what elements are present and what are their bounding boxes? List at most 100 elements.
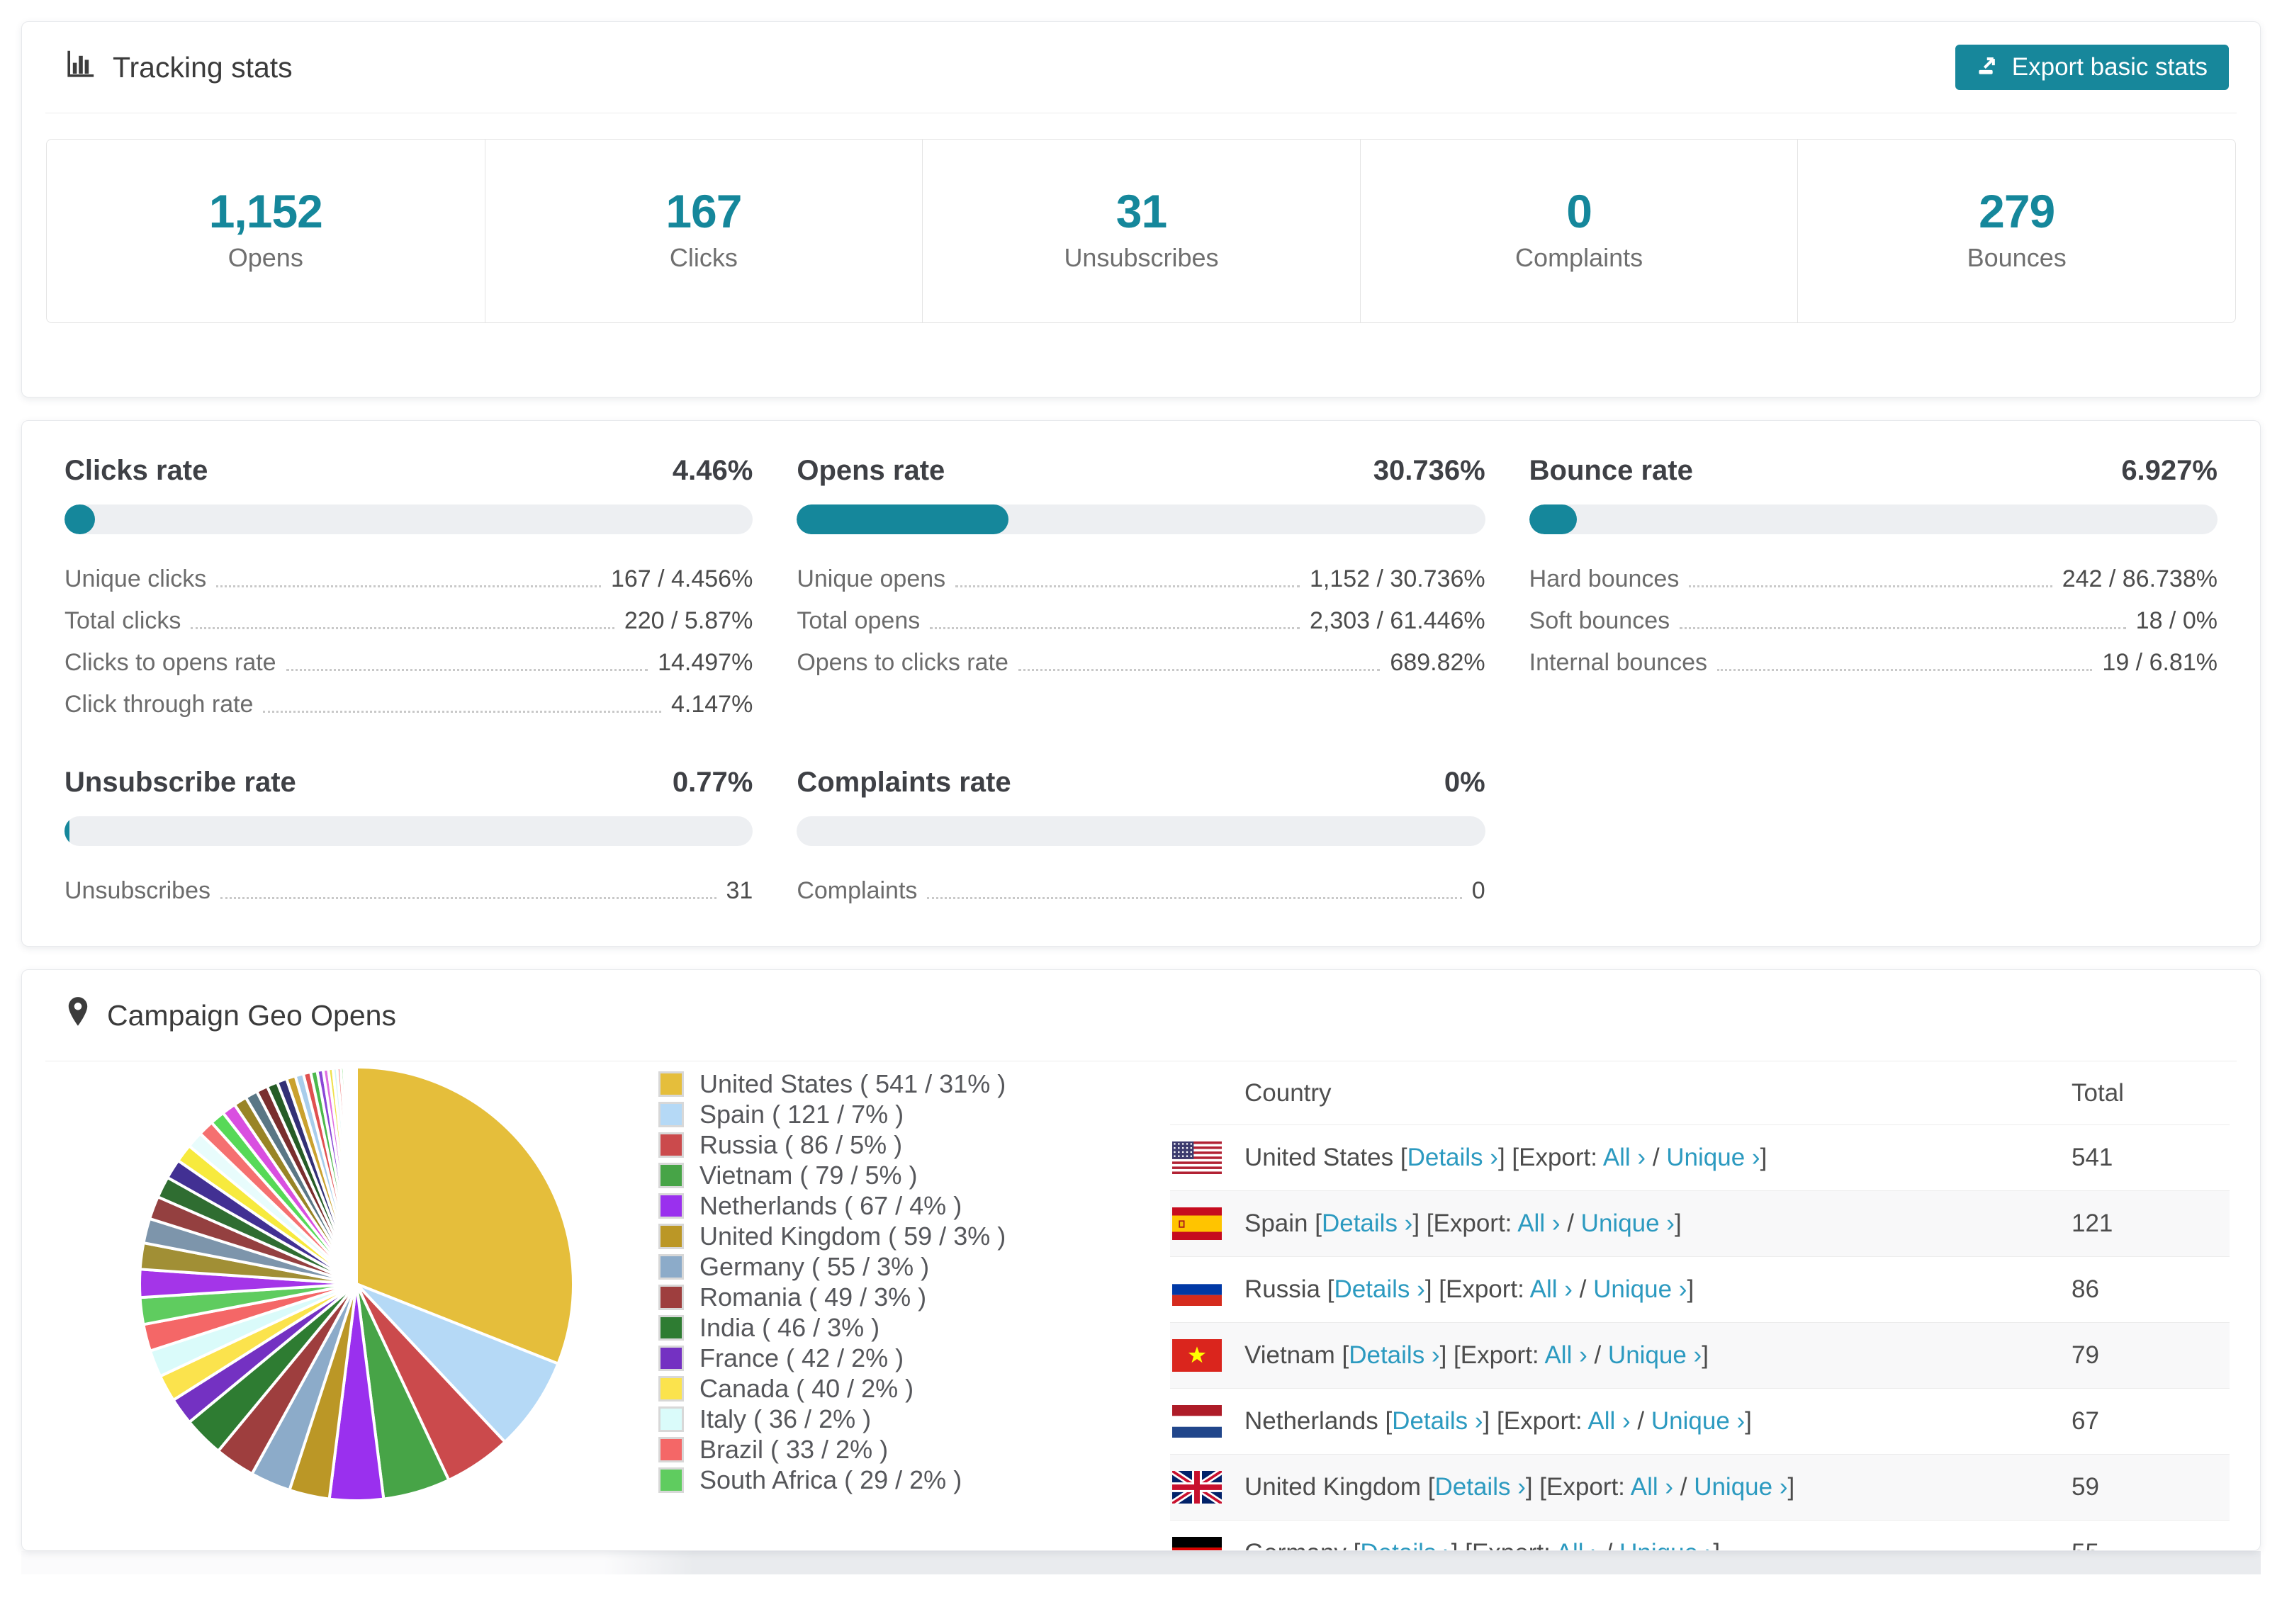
country-name: Germany [ <box>1244 1539 1360 1550</box>
rate-value-clicks-rate: 4.46% <box>672 455 753 486</box>
bracket-close: ] <box>1787 1473 1795 1501</box>
stat-row-value: 14.497% <box>658 649 753 676</box>
country-row-text: Vietnam [Details ›] [Export: All › / Uni… <box>1244 1341 1709 1370</box>
stat-label-clicks: Clicks <box>669 243 738 272</box>
progress-track-complaints-rate <box>797 816 1485 846</box>
legend-item-canada: Canada ( 40 / 2% ) <box>658 1373 1006 1404</box>
details-link-netherlands[interactable]: Details › <box>1392 1407 1483 1435</box>
details-link-spain[interactable]: Details › <box>1322 1209 1412 1237</box>
stat-row-total-opens: Total opens 2,303 / 61.446% <box>797 597 1485 639</box>
bracket-close: ] <box>1713 1539 1720 1550</box>
export-all-link-united-states[interactable]: All › <box>1603 1144 1646 1171</box>
stat-value-unsubscribes: 31 <box>1115 185 1167 237</box>
progress-track-bounce-rate <box>1529 504 2218 534</box>
link-separator: / <box>1646 1144 1667 1171</box>
export-prefix: ] [Export: <box>1424 1275 1530 1303</box>
bracket-close: ] <box>1760 1144 1767 1171</box>
legend-swatch-india <box>658 1314 684 1341</box>
progress-fill-bounce-rate <box>1529 504 1577 534</box>
export-unique-link-vietnam[interactable]: Unique › <box>1608 1341 1702 1369</box>
stat-value-clicks: 167 <box>665 185 742 237</box>
rate-title-bounce-rate: Bounce rate <box>1529 455 1693 486</box>
stat-row-label: Clicks to opens rate <box>64 649 276 676</box>
country-column-header: Country <box>1244 1078 1332 1107</box>
link-separator: / <box>1560 1209 1581 1237</box>
export-all-link-vietnam[interactable]: All › <box>1544 1341 1587 1369</box>
legend-swatch-germany <box>658 1253 684 1280</box>
rate-title-complaints-rate: Complaints rate <box>797 767 1011 798</box>
export-all-link-netherlands[interactable]: All › <box>1587 1407 1630 1435</box>
country-cell-spain: Spain [Details ›] [Export: All › / Uniqu… <box>1170 1207 2072 1240</box>
dotted-leader <box>955 585 1300 587</box>
legend-swatch-south-africa <box>658 1467 684 1493</box>
dotted-leader <box>263 711 661 713</box>
page-title: Tracking stats <box>113 50 293 84</box>
legend-swatch-russia <box>658 1132 684 1158</box>
export-basic-stats-button[interactable]: Export basic stats <box>1955 45 2229 90</box>
country-name: United States [ <box>1244 1144 1407 1171</box>
dashboard-page: Tracking stats Export basic stats 1,152 O… <box>0 0 2282 1574</box>
country-row-text: Germany [Details ›] [Export: All › / Uni… <box>1244 1539 1720 1550</box>
export-unique-link-united-states[interactable]: Unique › <box>1666 1144 1760 1171</box>
export-unique-link-spain[interactable]: Unique › <box>1581 1209 1675 1237</box>
export-prefix: ] [Export: <box>1525 1473 1631 1501</box>
details-link-vietnam[interactable]: Details › <box>1349 1341 1439 1369</box>
progress-track-clicks-rate <box>64 504 753 534</box>
country-row-text: Netherlands [Details ›] [Export: All › /… <box>1244 1407 1752 1436</box>
legend-label-united-states: United States ( 541 / 31% ) <box>699 1068 1006 1098</box>
details-link-russia[interactable]: Details › <box>1334 1275 1424 1303</box>
export-unique-link-united-kingdom[interactable]: Unique › <box>1694 1473 1787 1501</box>
export-unique-link-germany[interactable]: Unique › <box>1619 1539 1713 1550</box>
legend-label-germany: Germany ( 55 / 3% ) <box>699 1251 930 1281</box>
total-cell-united-states: 541 <box>2072 1144 2113 1171</box>
stat-row-label: Internal bounces <box>1529 649 1708 676</box>
stat-label-bounces: Bounces <box>1967 243 2067 272</box>
export-button-label: Export basic stats <box>2011 53 2208 81</box>
country-cell-germany: Germany [Details ›] [Export: All › / Uni… <box>1170 1537 2072 1550</box>
country-cell-vietnam: Vietnam [Details ›] [Export: All › / Uni… <box>1170 1339 2072 1372</box>
stat-row-label: Unique opens <box>797 565 946 592</box>
export-all-link-united-kingdom[interactable]: All › <box>1631 1473 1673 1501</box>
tracking-stats-title-wrap: Tracking stats <box>66 49 293 86</box>
table-header-row: Country Total <box>1170 1061 2230 1125</box>
tracking-stats-card: Tracking stats Export basic stats 1,152 O… <box>21 21 2261 397</box>
details-link-united-states[interactable]: Details › <box>1407 1144 1498 1171</box>
link-separator: / <box>1572 1275 1594 1303</box>
export-unique-link-russia[interactable]: Unique › <box>1593 1275 1687 1303</box>
export-all-link-russia[interactable]: All › <box>1530 1275 1573 1303</box>
export-all-link-spain[interactable]: All › <box>1517 1209 1560 1237</box>
legend-label-brazil: Brazil ( 33 / 2% ) <box>699 1434 889 1464</box>
legend-swatch-canada <box>658 1375 684 1402</box>
legend-label-united-kingdom: United Kingdom ( 59 / 3% ) <box>699 1221 1006 1251</box>
stat-row-value: 689.82% <box>1390 649 1485 676</box>
geo-country-table: Country Total United States [Details ›] … <box>1170 1061 2230 1550</box>
table-row-russia: Russia [Details ›] [Export: All › / Uniq… <box>1170 1257 2230 1323</box>
stat-row-value: 18 / 0% <box>2135 607 2218 634</box>
stat-row-label: Hard bounces <box>1529 565 1680 592</box>
stat-row-total-clicks: Total clicks 220 / 5.87% <box>64 597 753 639</box>
stat-row-label: Complaints <box>797 877 918 904</box>
rate-title-clicks-rate: Clicks rate <box>64 455 208 486</box>
geo-opens-header: Campaign Geo Opens <box>22 970 2260 1061</box>
link-separator: / <box>1599 1539 1619 1550</box>
dotted-leader <box>191 627 614 629</box>
summary-stat-bounces: 279 Bounces <box>1797 140 2235 322</box>
stat-row-value: 19 / 6.81% <box>2102 649 2218 676</box>
legend-item-united-states: United States ( 541 / 31% ) <box>658 1068 1006 1099</box>
country-cell-russia: Russia [Details ›] [Export: All › / Uniq… <box>1170 1273 2072 1306</box>
progress-fill-unsubscribe-rate <box>64 816 70 846</box>
export-all-link-germany[interactable]: All › <box>1556 1539 1599 1550</box>
details-link-germany[interactable]: Details › <box>1360 1539 1451 1550</box>
rates-grid: Clicks rate 4.46% Unique clicks 167 / 4.456… <box>22 421 2260 946</box>
stat-value-opens: 1,152 <box>208 185 323 237</box>
legend-label-spain: Spain ( 121 / 7% ) <box>699 1099 904 1129</box>
stat-row-label: Unique clicks <box>64 565 207 592</box>
rate-head-unsubscribe-rate: Unsubscribe rate 0.77% <box>64 765 753 799</box>
details-link-united-kingdom[interactable]: Details › <box>1434 1473 1525 1501</box>
geo-title-wrap: Campaign Geo Opens <box>66 996 396 1034</box>
stat-row-opens-to-clicks-rate: Opens to clicks rate 689.82% <box>797 639 1485 681</box>
legend-item-vietnam: Vietnam ( 79 / 5% ) <box>658 1160 1006 1190</box>
export-unique-link-netherlands[interactable]: Unique › <box>1651 1407 1745 1435</box>
total-cell-russia: 86 <box>2072 1275 2099 1303</box>
map-pin-icon <box>66 996 90 1034</box>
